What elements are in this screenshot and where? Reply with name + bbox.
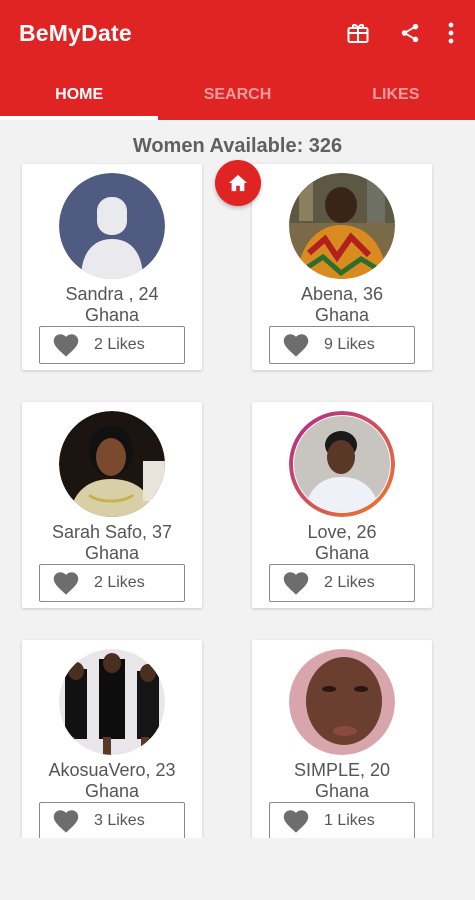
profile-photo <box>289 411 395 517</box>
profile-name: Abena, 36 <box>300 284 384 304</box>
profile-card[interactable]: Sarah Safo, 37 Ghana 2 Likes <box>22 402 202 608</box>
heart-icon <box>283 572 309 595</box>
profile-card[interactable]: SIMPLE, 20 Ghana 1 Likes <box>252 640 432 838</box>
profile-photo <box>59 411 165 517</box>
likes-button[interactable]: 2 Likes <box>39 326 185 364</box>
profile-name: SIMPLE, 20 <box>293 760 391 780</box>
home-icon <box>228 174 248 192</box>
profile-photo <box>59 649 165 755</box>
heart-icon <box>283 334 309 357</box>
likes-count: 3 Likes <box>94 812 145 829</box>
profile-country: Ghana <box>84 305 140 325</box>
profile-name: Love, 26 <box>307 522 377 542</box>
profile-photo <box>289 649 395 755</box>
default-avatar <box>59 173 165 279</box>
likes-count: 2 Likes <box>324 574 375 591</box>
profile-country: Ghana <box>314 781 370 801</box>
likes-count: 1 Likes <box>324 812 375 829</box>
profile-card[interactable]: Sandra , 24 Ghana 2 Likes <box>22 164 202 370</box>
heart-icon <box>53 810 79 833</box>
likes-button[interactable]: 3 Likes <box>39 802 185 838</box>
profile-country: Ghana <box>84 543 140 563</box>
likes-button[interactable]: 2 Likes <box>269 564 415 602</box>
profile-country: Ghana <box>84 781 140 801</box>
bottom-area <box>0 838 475 900</box>
profile-photo <box>289 173 395 279</box>
profile-name: Sarah Safo, 37 <box>51 522 173 542</box>
profile-country: Ghana <box>314 543 370 563</box>
profile-card[interactable]: Abena, 36 Ghana 9 Likes <box>252 164 432 370</box>
likes-button[interactable]: 9 Likes <box>269 326 415 364</box>
likes-button[interactable]: 2 Likes <box>39 564 185 602</box>
profile-card[interactable]: Love, 26 Ghana 2 Likes <box>252 402 432 608</box>
heart-icon <box>53 572 79 595</box>
likes-count: 2 Likes <box>94 336 145 353</box>
heart-icon <box>53 334 79 357</box>
heart-icon <box>283 810 309 833</box>
home-button[interactable] <box>215 160 261 206</box>
likes-count: 2 Likes <box>94 574 145 591</box>
profile-card[interactable]: AkosuaVero, 23 Ghana 3 Likes <box>22 640 202 838</box>
likes-button[interactable]: 1 Likes <box>269 802 415 838</box>
profile-grid: Sandra , 24 Ghana 2 Likes Abena, 36 Ghan… <box>0 0 475 838</box>
likes-count: 9 Likes <box>324 336 375 353</box>
profile-name: AkosuaVero, 23 <box>48 760 176 780</box>
profile-name: Sandra , 24 <box>65 284 159 304</box>
profile-country: Ghana <box>314 305 370 325</box>
